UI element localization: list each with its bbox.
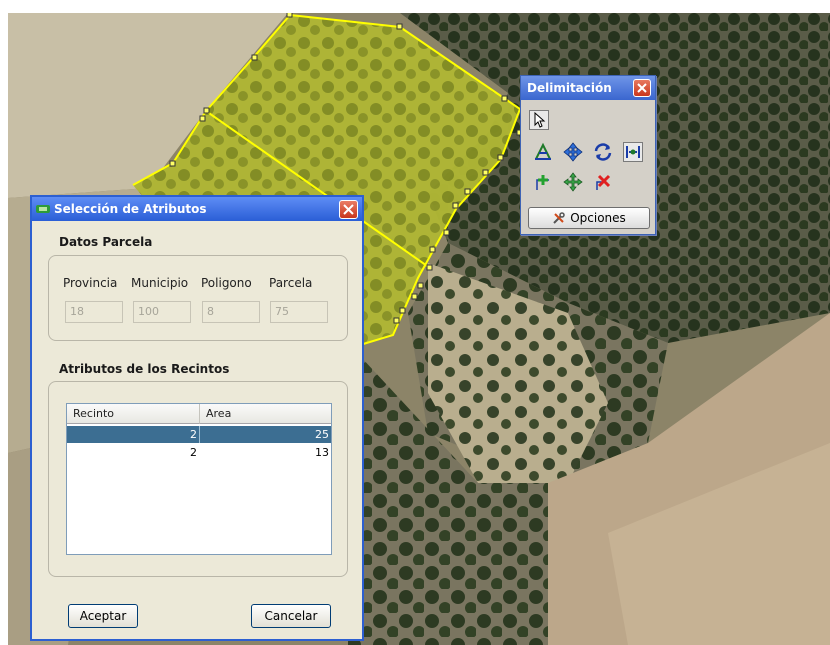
opciones-label: Opciones <box>570 211 626 225</box>
parcela-label: Parcela <box>269 276 313 290</box>
dialog-title: Selección de Atributos <box>54 202 207 216</box>
aceptar-button[interactable]: Aceptar <box>68 604 138 628</box>
app-icon <box>36 205 50 213</box>
dialog-titlebar[interactable]: Selección de Atributos <box>32 197 362 221</box>
close-icon <box>637 83 647 93</box>
atributos-recintos-heading: Atributos de los Recintos <box>59 362 230 376</box>
delete-vertex-icon <box>596 174 611 190</box>
rotate-icon <box>594 143 612 161</box>
datos-parcela-heading: Datos Parcela <box>59 235 153 249</box>
column-header-area[interactable]: Area <box>200 404 331 424</box>
toolbar-titlebar[interactable]: Delimitación <box>521 76 655 100</box>
move-node-tool-button[interactable] <box>563 172 583 192</box>
municipio-field: 100 <box>133 301 191 323</box>
toolbar-title: Delimitación <box>527 81 612 95</box>
pointer-tool-button[interactable] <box>529 110 549 130</box>
area-cell: 13 <box>315 446 329 459</box>
split-line-icon <box>535 142 551 160</box>
move-vertex-tool-button[interactable] <box>563 142 583 162</box>
provincia-label: Provincia <box>63 276 118 290</box>
cancelar-button[interactable]: Cancelar <box>251 604 331 628</box>
parcela-field: 75 <box>270 301 328 323</box>
split-line-tool-button[interactable] <box>533 142 553 162</box>
table-row[interactable]: 2 13 <box>67 444 331 461</box>
recinto-cell: 2 <box>67 426 200 443</box>
close-icon <box>343 204 354 215</box>
provincia-field: 18 <box>65 301 123 323</box>
area-cell: 25 <box>315 428 329 441</box>
recintos-table[interactable]: Recinto Area 2 25 2 13 <box>66 403 332 555</box>
snap-icon <box>626 146 640 158</box>
delimitacion-toolbar: Delimitación Opciones <box>520 75 656 235</box>
add-vertex-icon <box>536 175 549 190</box>
seleccion-atributos-dialog: Selección de Atributos Datos Parcela Pro… <box>30 195 364 641</box>
snap-tool-button[interactable] <box>623 142 643 162</box>
poligono-field: 8 <box>202 301 260 323</box>
recinto-cell: 2 <box>190 446 197 459</box>
table-row[interactable]: 2 25 <box>67 426 331 443</box>
dialog-close-button[interactable] <box>339 200 358 219</box>
tools-icon <box>553 212 565 224</box>
pointer-icon <box>534 111 546 128</box>
municipio-label: Municipio <box>131 276 189 290</box>
column-header-recinto[interactable]: Recinto <box>67 404 200 424</box>
delete-vertex-tool-button[interactable] <box>593 172 613 192</box>
move-node-icon <box>563 172 583 192</box>
toolbar-close-button[interactable] <box>633 79 651 97</box>
poligono-label: Poligono <box>201 276 252 290</box>
opciones-button[interactable]: Opciones <box>528 207 650 229</box>
add-vertex-tool-button[interactable] <box>533 172 553 192</box>
datos-parcela-group <box>48 255 348 341</box>
rotate-tool-button[interactable] <box>593 142 613 162</box>
move-vertex-icon <box>563 142 583 162</box>
